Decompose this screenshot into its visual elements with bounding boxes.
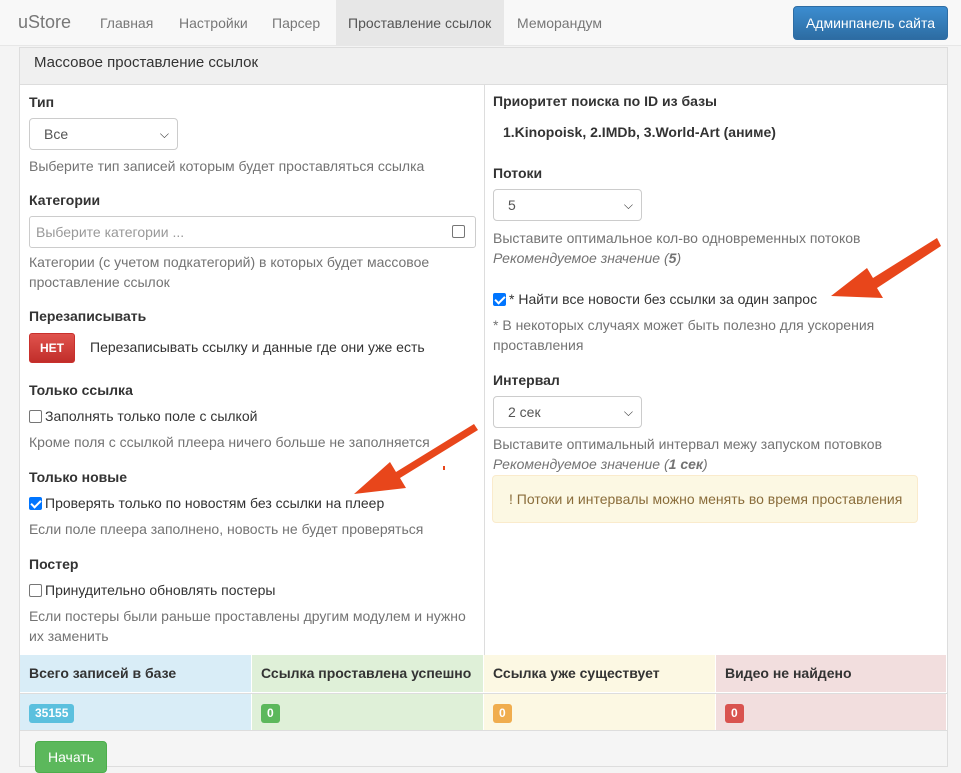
top-navbar: uStore Главная Настройки Парсер Проставл… [0,0,961,46]
nav-item-parser[interactable]: Парсер [260,0,332,46]
column-divider [484,85,485,655]
poster-checkbox-label[interactable]: Принудительно обновлять постеры [45,582,275,598]
stats-cell-not-found: 0 [716,694,947,730]
only-new-label: Только новые [29,469,127,485]
type-help: Выберите тип записей которым будет прост… [29,158,425,174]
priority-value: 1.Kinopoisk, 2.IMDb, 3.World-Art (аниме) [503,124,776,140]
interval-select[interactable]: 2 сек ⌵ [493,396,642,428]
stats-header-success: Ссылка проставлена успешно [252,655,484,692]
only-new-checkbox-label[interactable]: Проверять только по новостям без ссылки … [45,495,384,511]
mass-links-panel: Массовое проставление ссылок Тип Все ⌵ В… [19,47,948,773]
nav-item-link-placement[interactable]: Проставление ссылок [336,0,504,46]
interval-help: Выставите оптимальный интервал межу запу… [493,436,883,452]
poster-checkbox[interactable] [29,584,42,597]
type-select-value: Все [44,126,69,142]
only-new-checkbox[interactable] [29,497,42,510]
single-request-help: * В некоторых случаях может быть полезно… [493,317,875,353]
nav-item-settings[interactable]: Настройки [167,0,260,46]
stats-header-exists: Ссылка уже существует [484,655,716,692]
threads-label: Потоки [493,165,543,181]
categories-clear-checkbox[interactable] [452,225,465,238]
interval-recommend: Рекомендуемое значение (1 сек) [493,456,708,472]
exists-count-badge: 0 [493,704,512,723]
overwrite-toggle-button[interactable]: НЕТ [29,333,75,363]
stats-header-total: Всего записей в базе [20,655,252,692]
stats-header-not-found: Видео не найдено [716,655,947,692]
categories-input[interactable]: Выберите категории ... [29,216,476,248]
categories-label: Категории [29,192,101,208]
admin-panel-button[interactable]: Админпанель сайта [793,6,948,40]
type-label: Тип [29,94,55,110]
chevron-down-icon: ⌵ [623,198,633,212]
annotation-arrow-right [831,238,941,298]
annotation-dot [443,466,445,470]
priority-label: Приоритет поиска по ID из базы [493,93,717,109]
chevron-down-icon: ⌵ [159,127,169,141]
threads-select-value: 5 [508,197,516,213]
single-request-checkbox-label[interactable]: * Найти все новости без ссылки за один з… [509,291,817,307]
nav-item-memorandum[interactable]: Меморандум [505,0,614,46]
link-only-label: Только ссылка [29,382,133,398]
annotation-arrow-left [354,424,478,494]
stats-cell-total: 35155 [20,694,252,730]
threads-select[interactable]: 5 ⌵ [493,189,642,221]
interval-label: Интервал [493,372,560,388]
brand-logo[interactable]: uStore [18,12,71,33]
threads-info-alert: ! Потоки и интервалы можно менять во вре… [492,475,918,523]
stats-cell-exists: 0 [484,694,716,730]
interval-select-value: 2 сек [508,404,541,420]
stats-header-row: Всего записей в базе Ссылка проставлена … [20,655,947,692]
overwrite-label: Перезаписывать [29,308,147,324]
nav-item-home[interactable]: Главная [88,0,165,46]
chevron-down-icon: ⌵ [623,405,633,419]
poster-help: Если постеры были раньше проставлены дру… [29,608,466,644]
panel-title: Массовое проставление ссылок [20,48,947,85]
overwrite-text: Перезаписывать ссылку и данные где они у… [90,339,425,355]
link-only-checkbox[interactable] [29,410,42,423]
link-only-checkbox-label[interactable]: Заполнять только поле с сылкой [45,408,257,424]
stats-cell-success: 0 [252,694,484,730]
categories-help: Категории (с учетом подкатегорий) в кото… [29,254,430,290]
stats-value-row: 35155 0 0 0 [20,693,947,730]
success-count-badge: 0 [261,704,280,723]
total-count-badge: 35155 [29,704,75,723]
not-found-count-badge: 0 [725,704,744,723]
poster-label: Постер [29,556,79,572]
single-request-checkbox[interactable] [493,293,506,306]
start-button[interactable]: Начать [35,741,107,773]
only-new-help: Если поле плеера заполнено, новость не б… [29,521,424,537]
type-select[interactable]: Все ⌵ [29,118,178,150]
categories-placeholder: Выберите категории ... [36,224,185,240]
